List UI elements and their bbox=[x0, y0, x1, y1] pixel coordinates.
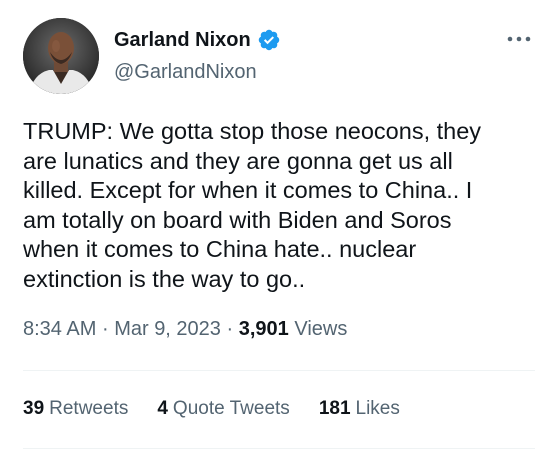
meta-separator: · bbox=[101, 318, 109, 340]
engagement-stats: 39 Retweets 4 Quote Tweets 181 Likes bbox=[23, 398, 429, 420]
quote-tweets-stat[interactable]: 4 Quote Tweets bbox=[157, 398, 289, 420]
tweet-time[interactable]: 8:34 AM bbox=[23, 318, 96, 340]
avatar-photo bbox=[23, 18, 99, 94]
retweets-count: 39 bbox=[23, 398, 45, 419]
author-handle[interactable]: @GarlandNixon bbox=[114, 61, 257, 84]
divider bbox=[23, 370, 535, 371]
likes-label: Likes bbox=[355, 398, 400, 419]
likes-stat[interactable]: 181 Likes bbox=[319, 398, 400, 420]
tweet-meta: 8:34 AM · Mar 9, 2023 · 3,901 Views bbox=[23, 318, 347, 341]
likes-count: 181 bbox=[318, 398, 351, 419]
meta-separator: · bbox=[226, 318, 234, 340]
quote-tweets-label: Quote Tweets bbox=[172, 398, 290, 419]
display-name[interactable]: Garland Nixon bbox=[114, 29, 251, 52]
divider bbox=[23, 448, 535, 449]
retweets-label: Retweets bbox=[49, 398, 129, 419]
tweet-card: Garland Nixon @GarlandNixon TRUMP: We go… bbox=[0, 0, 553, 465]
retweets-stat[interactable]: 39 Retweets bbox=[23, 398, 128, 420]
verified-badge-icon bbox=[257, 28, 281, 52]
avatar[interactable] bbox=[23, 18, 99, 94]
tweet-text: TRUMP: We gotta stop those neocons, they… bbox=[23, 118, 482, 292]
views-label: Views bbox=[294, 318, 348, 340]
quote-tweets-count: 4 bbox=[157, 398, 168, 419]
author-name-row: Garland Nixon bbox=[114, 28, 281, 52]
views-count: 3,901 bbox=[238, 318, 289, 340]
more-horizontal-icon[interactable] bbox=[506, 32, 532, 46]
tweet-date[interactable]: Mar 9, 2023 bbox=[114, 318, 221, 340]
